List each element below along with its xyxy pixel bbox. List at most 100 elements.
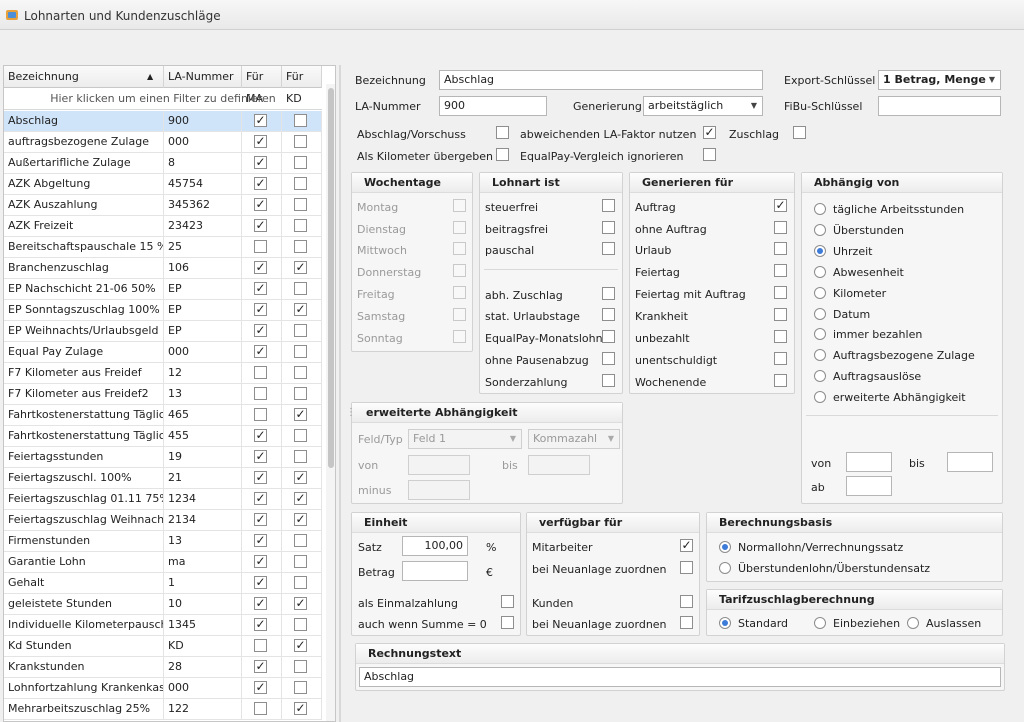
minus-input[interactable] xyxy=(408,480,470,500)
mitarbeiter-checkbox[interactable]: ✓ xyxy=(680,539,693,552)
col-fuer-ma[interactable]: Für MA xyxy=(242,66,282,105)
row-kd-checkbox[interactable] xyxy=(294,345,307,358)
table-row[interactable]: EP Nachschicht 21-06 50% EP ✓ xyxy=(4,279,322,300)
generieren-checkbox[interactable]: ✓ xyxy=(774,199,787,212)
abhaengig-radio[interactable] xyxy=(814,328,826,341)
lohnart-checkbox[interactable] xyxy=(602,199,615,212)
abw-checkbox[interactable]: ✓ xyxy=(703,126,716,139)
lohnart-checkbox[interactable] xyxy=(602,374,615,387)
row-ma-checkbox[interactable]: ✓ xyxy=(254,114,267,127)
einbeziehen-radio[interactable] xyxy=(814,617,826,629)
generieren-checkbox[interactable] xyxy=(774,242,787,255)
betrag-input[interactable] xyxy=(402,561,468,581)
wochentag-checkbox[interactable] xyxy=(453,242,466,255)
row-ma-checkbox[interactable]: ✓ xyxy=(254,618,267,631)
satz-input[interactable]: 100,00 xyxy=(402,536,468,556)
row-ma-checkbox[interactable]: ✓ xyxy=(254,450,267,463)
row-kd-checkbox[interactable] xyxy=(294,681,307,694)
row-ma-checkbox[interactable] xyxy=(254,366,267,379)
wochentag-checkbox[interactable] xyxy=(453,286,466,299)
abhaengig-radio[interactable] xyxy=(814,286,826,299)
row-ma-checkbox[interactable] xyxy=(254,408,267,421)
row-ma-checkbox[interactable]: ✓ xyxy=(254,492,267,505)
row-kd-checkbox[interactable] xyxy=(294,534,307,547)
table-row[interactable]: Kd Stunden KD ✓ xyxy=(4,636,322,657)
row-kd-checkbox[interactable] xyxy=(294,114,307,127)
table-row[interactable]: Equal Pay Zulage 000 ✓ xyxy=(4,342,322,363)
row-ma-checkbox[interactable] xyxy=(254,240,267,253)
row-ma-checkbox[interactable]: ✓ xyxy=(254,198,267,211)
table-row[interactable]: EP Weihnachts/Urlaubsgeld EP ✓ xyxy=(4,321,322,342)
wochentag-checkbox[interactable] xyxy=(453,330,466,343)
filter-row[interactable]: Hier klicken um einen Filter zu definier… xyxy=(4,88,322,110)
row-ma-checkbox[interactable]: ✓ xyxy=(254,576,267,589)
generieren-checkbox[interactable] xyxy=(774,286,787,299)
table-row[interactable]: Garantie Lohn ma ✓ xyxy=(4,552,322,573)
km-checkbox[interactable] xyxy=(496,148,509,161)
table-row[interactable]: auftragsbezogene Zulage 000 ✓ xyxy=(4,132,322,153)
row-kd-checkbox[interactable]: ✓ xyxy=(294,597,307,610)
row-kd-checkbox[interactable] xyxy=(294,555,307,568)
ab-input[interactable] xyxy=(846,476,892,496)
generieren-checkbox[interactable] xyxy=(774,374,787,387)
scrollbar-thumb[interactable] xyxy=(328,88,334,468)
generieren-checkbox[interactable] xyxy=(774,221,787,234)
row-kd-checkbox[interactable] xyxy=(294,282,307,295)
abschlag-checkbox[interactable] xyxy=(496,126,509,139)
summe-checkbox[interactable] xyxy=(501,616,514,629)
zuschlag-checkbox[interactable] xyxy=(793,126,806,139)
row-ma-checkbox[interactable]: ✓ xyxy=(254,219,267,232)
table-row[interactable]: Feiertagsstunden 19 ✓ xyxy=(4,447,322,468)
generieren-checkbox[interactable] xyxy=(774,308,787,321)
row-kd-checkbox[interactable] xyxy=(294,366,307,379)
row-ma-checkbox[interactable]: ✓ xyxy=(254,513,267,526)
col-la-nummer[interactable]: LA-Nummer xyxy=(164,66,242,88)
table-row[interactable]: Mehrarbeitszuschlag 25% 122 ✓ xyxy=(4,699,322,720)
neu1-checkbox[interactable] xyxy=(680,561,693,574)
table-row[interactable]: Krankstunden 28 ✓ xyxy=(4,657,322,678)
von-input[interactable] xyxy=(846,452,892,472)
abhaengig-radio[interactable] xyxy=(814,349,826,362)
table-row[interactable]: Fahrtkostenerstattung Täglich 465 ✓ xyxy=(4,405,322,426)
table-row[interactable]: Bereitschaftspauschale 15 % 25 xyxy=(4,237,322,258)
row-kd-checkbox[interactable]: ✓ xyxy=(294,471,307,484)
row-ma-checkbox[interactable]: ✓ xyxy=(254,597,267,610)
bis-input[interactable] xyxy=(947,452,993,472)
wochentag-checkbox[interactable] xyxy=(453,221,466,234)
typ-select[interactable]: Kommazahl ▼ xyxy=(528,429,620,449)
generieren-checkbox[interactable] xyxy=(774,352,787,365)
row-ma-checkbox[interactable] xyxy=(254,639,267,652)
abhaengig-radio[interactable] xyxy=(814,391,826,404)
row-ma-checkbox[interactable]: ✓ xyxy=(254,303,267,316)
generierung-select[interactable]: arbeitstäglich ▼ xyxy=(643,96,763,116)
table-row[interactable]: Lohnfortzahlung Krankenkasse 000 ✓ xyxy=(4,678,322,699)
row-kd-checkbox[interactable] xyxy=(294,198,307,211)
abhaengig-radio[interactable] xyxy=(814,265,826,278)
row-ma-checkbox[interactable]: ✓ xyxy=(254,471,267,484)
table-row[interactable]: AZK Abgeltung 45754 ✓ xyxy=(4,174,322,195)
abhaengig-radio[interactable] xyxy=(814,223,826,236)
table-row[interactable]: Abschlag 900 ✓ xyxy=(4,111,322,132)
row-ma-checkbox[interactable]: ✓ xyxy=(254,135,267,148)
lohnart-checkbox[interactable] xyxy=(602,242,615,255)
neu2-checkbox[interactable] xyxy=(680,616,693,629)
table-row[interactable]: Außertarifliche Zulage 8 ✓ xyxy=(4,153,322,174)
row-ma-checkbox[interactable] xyxy=(254,387,267,400)
drag-handle-icon[interactable]: ⋮ xyxy=(346,407,356,418)
erw-bis-input[interactable] xyxy=(528,455,590,475)
wochentag-checkbox[interactable] xyxy=(453,199,466,212)
lohnart-checkbox[interactable] xyxy=(602,308,615,321)
row-kd-checkbox[interactable] xyxy=(294,387,307,400)
table-row[interactable]: Fahrtkostenerstattung Täglich 455 ✓ xyxy=(4,426,322,447)
row-ma-checkbox[interactable]: ✓ xyxy=(254,534,267,547)
table-row[interactable]: Feiertagszuschl. 100% 21 ✓ ✓ xyxy=(4,468,322,489)
wochentag-checkbox[interactable] xyxy=(453,264,466,277)
auslassen-radio[interactable] xyxy=(907,617,919,629)
lohnart-checkbox[interactable] xyxy=(602,221,615,234)
wochentag-checkbox[interactable] xyxy=(453,308,466,321)
row-ma-checkbox[interactable] xyxy=(254,702,267,715)
row-kd-checkbox[interactable]: ✓ xyxy=(294,702,307,715)
row-kd-checkbox[interactable] xyxy=(294,177,307,190)
lohnart-checkbox[interactable] xyxy=(602,352,615,365)
row-ma-checkbox[interactable]: ✓ xyxy=(254,156,267,169)
